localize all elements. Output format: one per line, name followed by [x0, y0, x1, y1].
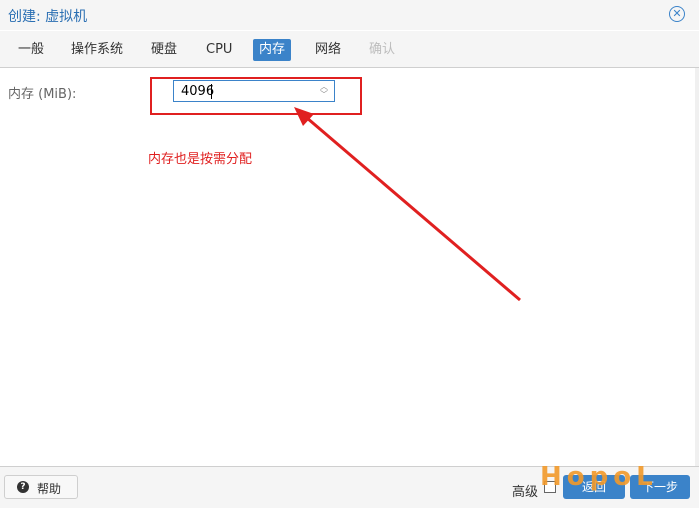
tab-bar: 一般 操作系统 硬盘 CPU 内存 网络 确认	[0, 31, 699, 68]
annotation-text: 内存也是按需分配	[148, 152, 253, 167]
tab-disk[interactable]: 硬盘	[145, 39, 183, 61]
highlight-box	[150, 77, 362, 115]
advanced-label: 高级	[512, 485, 539, 500]
question-icon: ?	[17, 481, 29, 493]
memory-label: 内存 (MiB):	[8, 87, 77, 102]
scrollbar[interactable]	[695, 68, 699, 466]
tab-confirm: 确认	[369, 42, 396, 57]
tab-cpu[interactable]: CPU	[200, 39, 238, 61]
window-titlebar: 创建: 虚拟机 ✕	[0, 0, 699, 30]
watermark-logo: HopoL	[540, 462, 658, 492]
tab-os[interactable]: 操作系统	[65, 39, 129, 61]
tab-network[interactable]: 网络	[309, 39, 347, 61]
tab-memory[interactable]: 内存	[253, 39, 292, 61]
close-icon[interactable]: ✕	[669, 6, 685, 22]
tab-general[interactable]: 一般	[12, 39, 50, 61]
help-button[interactable]: ? 帮助	[4, 475, 78, 499]
memory-panel: 内存 (MiB): 4096 ︿ ﹀ 内存也是按需分配	[0, 68, 699, 466]
help-label: 帮助	[37, 482, 62, 496]
window-title: 创建: 虚拟机	[8, 9, 88, 25]
